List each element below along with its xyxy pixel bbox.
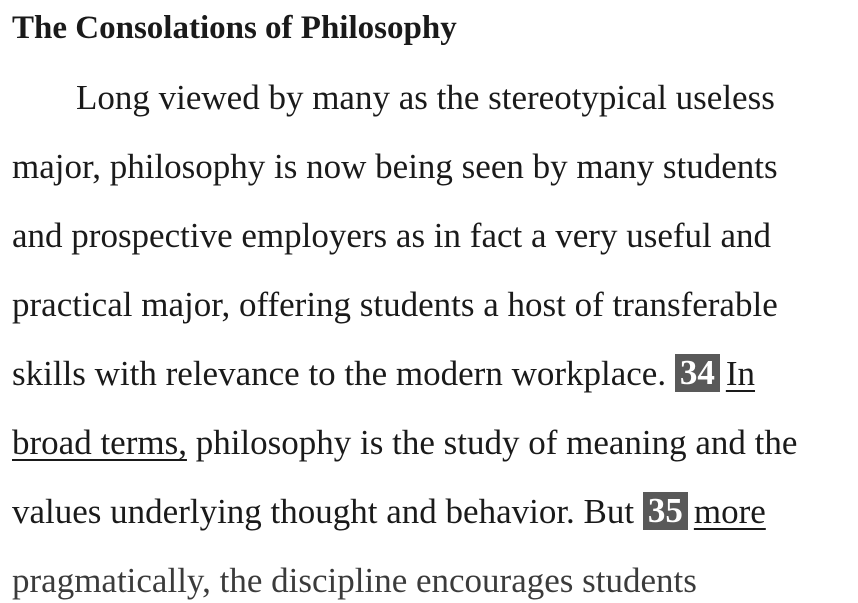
question-number-badge-35[interactable]: 35 bbox=[642, 492, 688, 530]
underlined-phrase-34-start[interactable]: In bbox=[726, 354, 755, 393]
text-line-2: major, philosophy is now being seen by m… bbox=[12, 147, 778, 186]
line-7-text: values underlying thought and behavior. … bbox=[12, 492, 635, 531]
line-6-text: philosophy is the study of meaning and t… bbox=[186, 423, 798, 462]
text-line-8-partial: pragmatically, the discipline encourages… bbox=[12, 561, 697, 600]
document-title: The Consolations of Philosophy bbox=[12, 10, 457, 46]
text-line-5: skills with relevance to the modern work… bbox=[12, 352, 755, 396]
underlined-phrase-34-end[interactable]: broad terms, bbox=[12, 423, 187, 462]
text-line-4: practical major, offering students a hos… bbox=[12, 285, 778, 324]
line-5-text: skills with relevance to the modern work… bbox=[12, 354, 667, 393]
text-line-6: broad terms, philosophy is the study of … bbox=[12, 421, 797, 465]
underlined-phrase-35[interactable]: more bbox=[694, 492, 766, 531]
text-line-3: and prospective employers as in fact a v… bbox=[12, 216, 772, 255]
question-number-badge-34[interactable]: 34 bbox=[674, 354, 720, 392]
text-line-7: values underlying thought and behavior. … bbox=[12, 490, 766, 534]
text-line-1: Long viewed by many as the stereotypical… bbox=[76, 78, 775, 117]
